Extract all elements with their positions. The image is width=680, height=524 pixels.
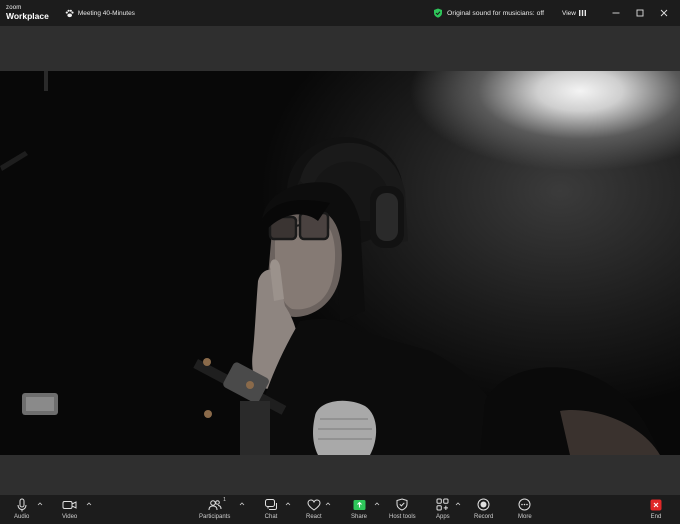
host-tools-shield-icon bbox=[396, 498, 408, 511]
react-button[interactable]: React bbox=[306, 497, 322, 520]
minimize-button[interactable] bbox=[604, 0, 628, 26]
share-label: Share bbox=[351, 514, 368, 520]
title-bar: zoom Workplace Meeting 40-Minutes Origin… bbox=[0, 0, 680, 26]
meeting-toolbar: Audio Video Participants 1 Chat React Sh… bbox=[0, 495, 680, 524]
audio-button[interactable]: Audio bbox=[14, 497, 29, 520]
brand-big: Workplace bbox=[6, 11, 49, 22]
share-button[interactable]: Share bbox=[351, 497, 367, 520]
shield-check-icon bbox=[434, 8, 443, 18]
record-button[interactable]: Record bbox=[474, 497, 493, 520]
paw-icon bbox=[65, 9, 74, 17]
apps-label: Apps bbox=[436, 514, 450, 520]
end-label: End bbox=[650, 514, 662, 520]
record-label: Record bbox=[474, 514, 494, 520]
participants-options-chevron-up-icon[interactable] bbox=[239, 501, 245, 507]
video-camera-icon bbox=[62, 500, 77, 509]
sound-status-label: Original sound for musicians: off bbox=[447, 9, 545, 17]
video-frame bbox=[0, 71, 660, 455]
grid-icon bbox=[579, 10, 586, 16]
host-tools-label: Host tools bbox=[389, 514, 416, 520]
maximize-icon bbox=[636, 9, 644, 17]
view-label: View bbox=[562, 9, 576, 17]
maximize-button[interactable] bbox=[628, 0, 652, 26]
apps-icon bbox=[436, 498, 449, 511]
view-button[interactable]: View bbox=[562, 10, 586, 17]
close-icon bbox=[660, 9, 668, 17]
apps-button[interactable]: Apps bbox=[436, 497, 450, 520]
audio-label: Audio bbox=[14, 514, 30, 520]
video-label: Video bbox=[62, 514, 78, 520]
audio-options-chevron-up-icon[interactable] bbox=[37, 501, 43, 507]
end-meeting-button[interactable]: End bbox=[650, 497, 662, 520]
participants-label: Participants bbox=[199, 514, 231, 520]
react-options-chevron-up-icon[interactable] bbox=[325, 501, 331, 507]
participants-icon bbox=[208, 499, 222, 510]
react-label: React bbox=[306, 514, 322, 520]
share-screen-icon bbox=[353, 499, 365, 510]
host-tools-button[interactable]: Host tools bbox=[389, 497, 416, 520]
chat-label: Chat bbox=[264, 514, 278, 520]
microphone-icon bbox=[17, 498, 27, 511]
share-options-chevron-up-icon[interactable] bbox=[374, 501, 380, 507]
more-button[interactable]: More bbox=[518, 497, 532, 520]
more-dots-icon bbox=[518, 498, 531, 511]
meeting-info[interactable]: Meeting 40-Minutes bbox=[65, 9, 135, 18]
meeting-title: Meeting 40-Minutes bbox=[77, 9, 135, 17]
record-icon bbox=[477, 498, 490, 511]
chat-button[interactable]: Chat bbox=[264, 497, 278, 520]
sound-status[interactable]: Original sound for musicians: off bbox=[433, 8, 544, 18]
video-options-chevron-up-icon[interactable] bbox=[86, 501, 92, 507]
participant-video[interactable] bbox=[0, 71, 680, 455]
stage-bottom-margin bbox=[0, 455, 680, 495]
more-label: More bbox=[518, 514, 532, 520]
zoom-logo: zoom Workplace bbox=[6, 5, 49, 21]
participants-count: 1 bbox=[223, 497, 227, 503]
close-button[interactable] bbox=[652, 0, 676, 26]
chat-options-chevron-up-icon[interactable] bbox=[285, 501, 291, 507]
chat-icon bbox=[265, 499, 277, 510]
stage-top-margin bbox=[0, 26, 680, 71]
apps-options-chevron-up-icon[interactable] bbox=[455, 501, 461, 507]
end-meeting-icon bbox=[650, 499, 662, 510]
video-button[interactable]: Video bbox=[62, 497, 77, 520]
minimize-icon bbox=[612, 12, 620, 14]
heart-icon bbox=[307, 498, 321, 511]
